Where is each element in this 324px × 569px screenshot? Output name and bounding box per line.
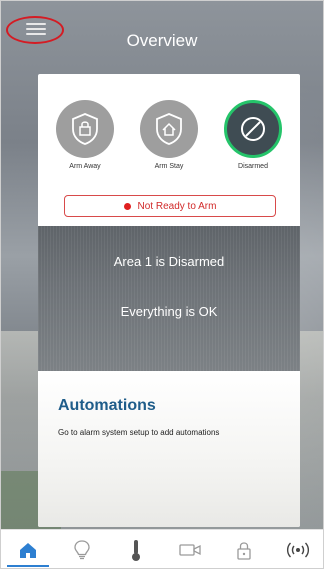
disarmed-circle bbox=[224, 100, 282, 158]
overview-card: Arm Away Arm Stay Disarmed Not Ready to … bbox=[38, 74, 300, 527]
alert-dot-icon bbox=[123, 202, 131, 210]
wireless-icon bbox=[286, 542, 310, 558]
not-ready-text: Not Ready to Arm bbox=[137, 200, 217, 212]
nav-item-lights[interactable] bbox=[55, 530, 109, 568]
system-status-panel: Area 1 is Disarmed Everything is OK bbox=[38, 226, 300, 371]
area-status-text: Area 1 is Disarmed bbox=[113, 254, 225, 269]
arm-stay-button[interactable]: Arm Stay bbox=[134, 100, 204, 170]
nav-item-camera[interactable] bbox=[163, 530, 217, 568]
nav-item-home[interactable] bbox=[1, 530, 55, 568]
home-icon bbox=[20, 543, 36, 558]
automations-heading: Automations bbox=[58, 397, 156, 414]
disarmed-button[interactable]: Disarmed bbox=[218, 100, 288, 170]
video-camera-icon bbox=[179, 544, 201, 556]
arm-away-label: Arm Away bbox=[69, 163, 101, 170]
disarm-icon bbox=[241, 117, 265, 141]
arm-away-circle bbox=[56, 100, 114, 158]
page-title: Overview bbox=[126, 31, 198, 50]
arm-stay-circle bbox=[140, 100, 198, 158]
bottom-nav bbox=[1, 529, 323, 568]
disarmed-label: Disarmed bbox=[238, 163, 268, 170]
nav-item-locks[interactable] bbox=[217, 530, 271, 568]
shield-lock-icon bbox=[72, 113, 98, 145]
nav-item-sensors[interactable] bbox=[271, 530, 323, 568]
nav-item-thermostat[interactable] bbox=[109, 530, 163, 568]
arm-stay-label: Arm Stay bbox=[154, 163, 184, 170]
automations-description: Go to alarm system setup to add automati… bbox=[58, 428, 220, 437]
lock-icon bbox=[237, 542, 251, 560]
arm-away-button[interactable]: Arm Away bbox=[50, 100, 120, 170]
thermometer-icon bbox=[132, 540, 140, 561]
not-ready-status-badge[interactable]: Not Ready to Arm bbox=[64, 195, 276, 217]
automations-section: Automations Go to alarm system setup to … bbox=[38, 371, 300, 527]
arm-mode-selector: Arm Away Arm Stay Disarmed bbox=[38, 100, 300, 184]
app-screen: Overview Arm Away Arm Stay Disarmed Not … bbox=[0, 0, 324, 569]
shield-home-icon bbox=[156, 113, 182, 145]
lightbulb-icon bbox=[74, 540, 90, 560]
system-ok-text: Everything is OK bbox=[120, 304, 218, 319]
